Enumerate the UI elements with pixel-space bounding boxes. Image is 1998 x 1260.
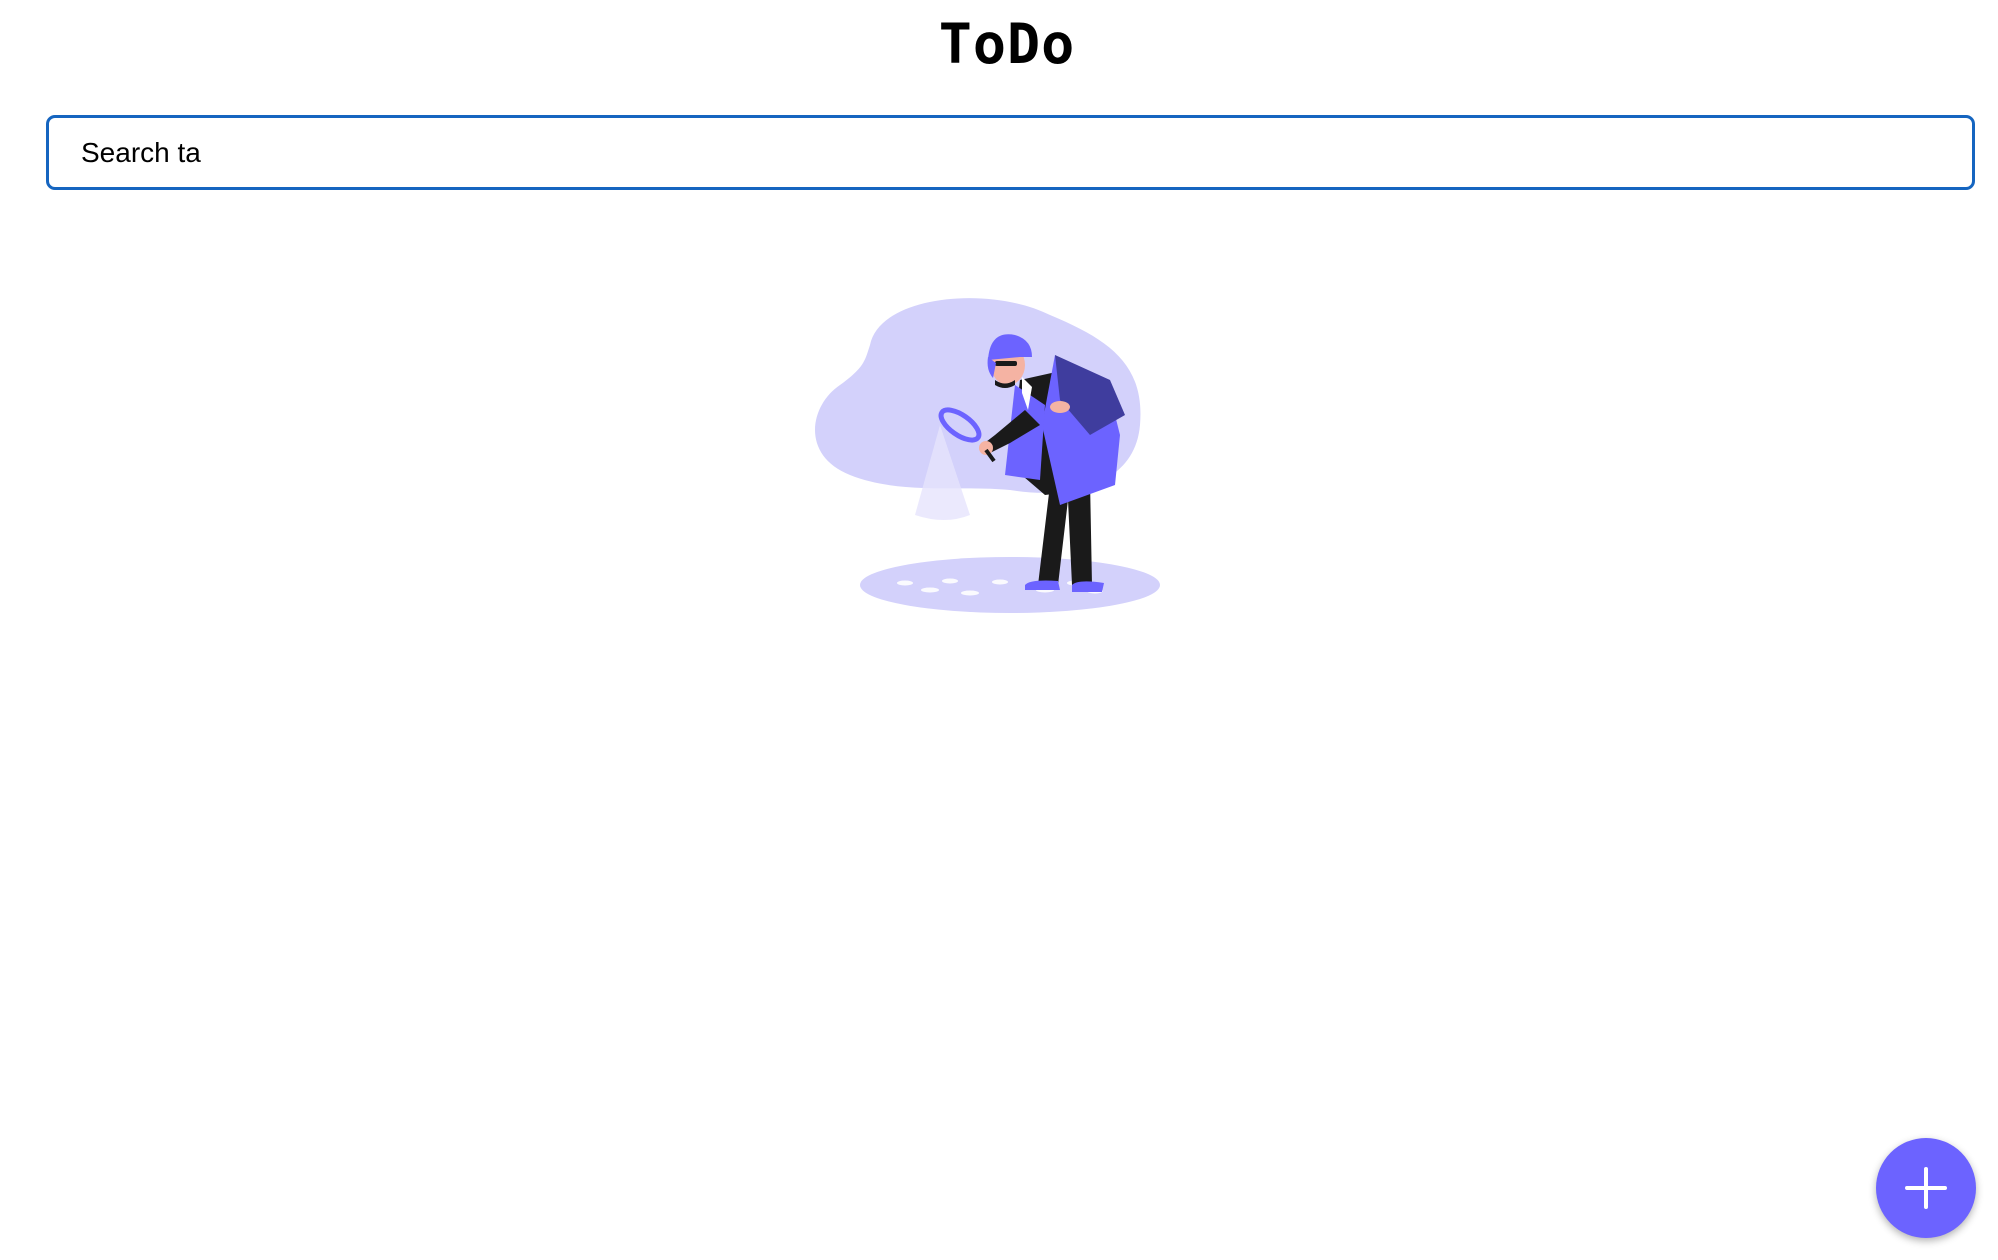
page-title: ToDo (938, 12, 1076, 76)
empty-state-illustration (815, 298, 1160, 613)
plus-icon (1905, 1167, 1947, 1209)
search-input[interactable] (49, 118, 1972, 187)
add-task-button[interactable] (1876, 1138, 1976, 1238)
search-box[interactable] (46, 115, 1975, 190)
todo-app: ToDo (0, 0, 1998, 1260)
